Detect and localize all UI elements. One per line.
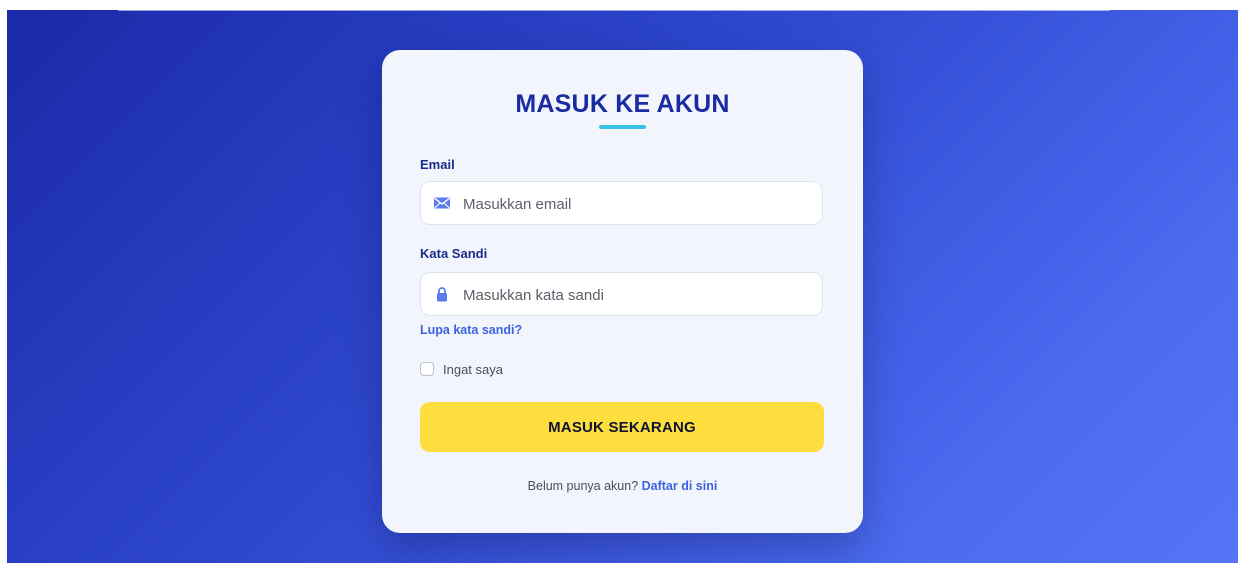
remember-me[interactable]: Ingat saya	[420, 360, 503, 378]
signup-prompt: Belum punya akun?	[527, 479, 642, 493]
signup-link[interactable]: Daftar di sini	[642, 479, 718, 493]
title-underline	[599, 125, 646, 129]
lock-icon	[433, 285, 451, 303]
remember-checkbox[interactable]	[420, 362, 434, 376]
password-field-wrapper	[420, 272, 823, 317]
signup-row: Belum punya akun? Daftar di sini	[382, 479, 863, 493]
envelope-icon	[433, 194, 451, 212]
forgot-password-link[interactable]: Lupa kata sandi?	[420, 323, 522, 337]
email-input[interactable]	[461, 182, 815, 226]
remember-label: Ingat saya	[443, 361, 503, 377]
email-field-wrapper	[420, 181, 823, 226]
login-card: MASUK KE AKUN Email Kata Sandi Lupa kata…	[382, 50, 863, 533]
login-title: MASUK KE AKUN	[515, 90, 730, 118]
password-label: Kata Sandi	[420, 246, 488, 261]
top-divider	[118, 10, 1110, 11]
login-button[interactable]: MASUK SEKARANG	[420, 402, 824, 452]
email-label: Email	[420, 157, 455, 172]
password-input[interactable]	[461, 273, 815, 317]
